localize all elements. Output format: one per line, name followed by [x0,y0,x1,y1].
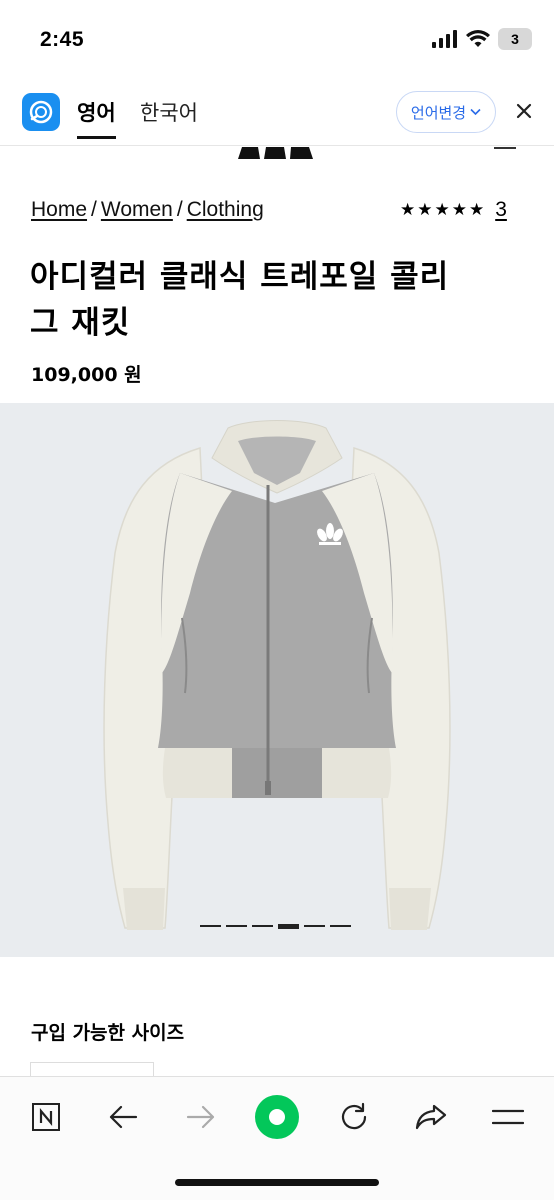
carousel-dot[interactable] [330,925,351,927]
breadcrumb-separator: / [91,198,97,221]
sizes-heading: 구입 가능한 사이즈 [31,1022,185,1044]
change-language-button[interactable]: 언어변경 [396,91,496,133]
tab-source-language[interactable]: 영어 [77,97,116,139]
product-rating[interactable]: ★★★★★ 3 [400,198,507,222]
green-dot-button[interactable] [253,1093,301,1141]
breadcrumb-home[interactable]: Home [31,198,87,222]
papago-logo-icon [22,93,60,131]
breadcrumb: Home / Women / Clothing [31,198,264,222]
chevron-down-icon [470,108,481,116]
forward-arrow-icon [186,1105,215,1129]
translate-bar: 영어 한국어 언어변경 [0,80,554,146]
refresh-icon [341,1102,367,1130]
jacket-image [103,420,451,930]
status-icons: 3 [432,28,532,50]
status-time: 2:45 [40,28,85,51]
menu-button[interactable] [484,1093,532,1141]
back-arrow-icon [109,1105,138,1129]
site-menu-icon[interactable] [494,147,516,149]
carousel-indicator[interactable] [200,924,351,929]
rating-count[interactable]: 3 [495,198,507,222]
product-image[interactable] [0,403,554,957]
close-icon [516,103,532,119]
change-language-label: 언어변경 [410,103,467,122]
menu-icon [492,1109,524,1125]
status-bar: 2:45 3 [0,0,554,80]
carousel-dot[interactable] [252,925,273,927]
green-dot-icon [255,1095,299,1139]
battery-indicator: 3 [498,28,532,50]
tab-target-language[interactable]: 한국어 [140,97,198,127]
breadcrumb-clothing[interactable]: Clothing [187,198,264,222]
wifi-icon [466,30,490,47]
naver-home-button[interactable] [22,1093,70,1141]
home-indicator[interactable] [175,1179,379,1186]
share-icon [415,1104,447,1130]
cellular-signal-icon [432,30,457,48]
refresh-button[interactable] [330,1093,378,1141]
forward-button[interactable] [177,1093,225,1141]
product-title: 아디컬러 클래식 트레포일 콜리그 재킷 [30,259,450,341]
carousel-dot[interactable] [304,925,325,927]
rating-stars: ★★★★★ [400,200,487,220]
product-price: 109,000 원 [31,364,142,386]
back-button[interactable] [99,1093,147,1141]
adidas-logo-icon [238,147,313,159]
naver-n-icon [32,1103,60,1131]
breadcrumb-separator: / [176,198,183,221]
carousel-dot-active[interactable] [278,924,299,929]
carousel-dot[interactable] [226,925,247,927]
breadcrumb-women[interactable]: Women [101,198,173,222]
close-button[interactable] [510,97,538,125]
carousel-dot[interactable] [200,925,221,927]
share-button[interactable] [407,1093,455,1141]
browser-bottom-nav [0,1076,554,1200]
